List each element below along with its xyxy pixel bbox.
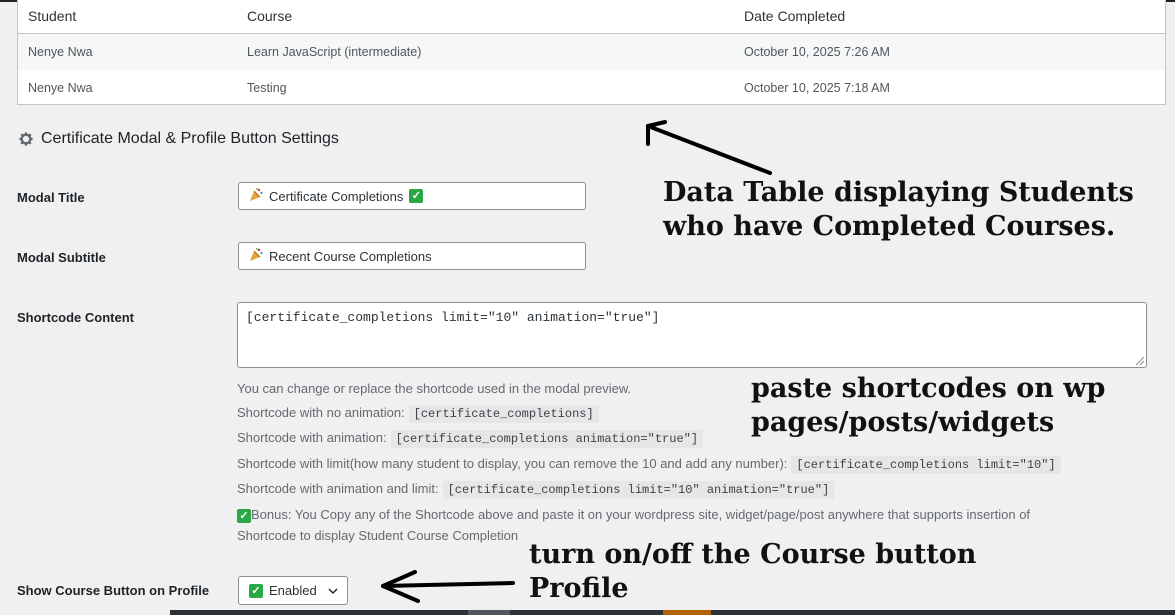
bottom-bar-segment <box>663 610 711 615</box>
arrow-to-table <box>646 120 772 175</box>
bottom-bar-segment <box>468 610 510 615</box>
annotation-arrows <box>381 120 772 603</box>
arrow-to-select <box>381 570 515 603</box>
